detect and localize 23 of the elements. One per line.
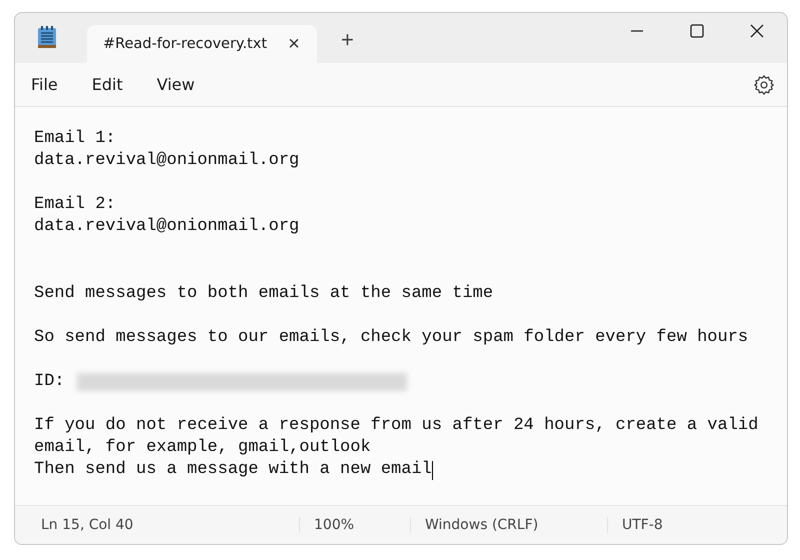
status-item: 100% xyxy=(299,517,410,533)
close-tab-button[interactable]: × xyxy=(271,32,317,56)
text-line: data.revival@onionmail.org xyxy=(34,150,300,172)
text-line: So send messages to our emails, check your spam folder every few hours xyxy=(34,326,748,349)
notepad-icon xyxy=(37,25,57,49)
text-line: email, for example, gmail,outlook xyxy=(34,437,371,460)
menu-item[interactable]: View xyxy=(156,75,195,94)
settings-icon[interactable] xyxy=(753,74,775,96)
menu-item[interactable]: File xyxy=(31,75,58,94)
status-item: Ln 15, Col 40 xyxy=(40,517,134,533)
text-line: Email 1: xyxy=(34,128,116,150)
text-line: Email 2: xyxy=(34,194,116,216)
text-line: Then send us a message with a new email xyxy=(34,459,432,482)
text-line: ID: xyxy=(34,371,65,394)
text-editor[interactable] xyxy=(15,106,787,506)
document-tab[interactable]: #Read-for-recovery.txt × xyxy=(87,25,317,63)
new-tab-button[interactable]: + xyxy=(333,23,362,57)
text-line: data.revival@onionmail.org xyxy=(34,216,300,238)
status-item: UTF-8 xyxy=(607,517,663,533)
status-item: Windows (CRLF) xyxy=(410,517,607,533)
text-line: Send messages to both emails at the same time xyxy=(34,282,494,305)
menu-item[interactable]: Edit xyxy=(92,75,123,94)
text-line: If you do not receive a response from us after 24 hours, create a valid xyxy=(34,415,758,438)
